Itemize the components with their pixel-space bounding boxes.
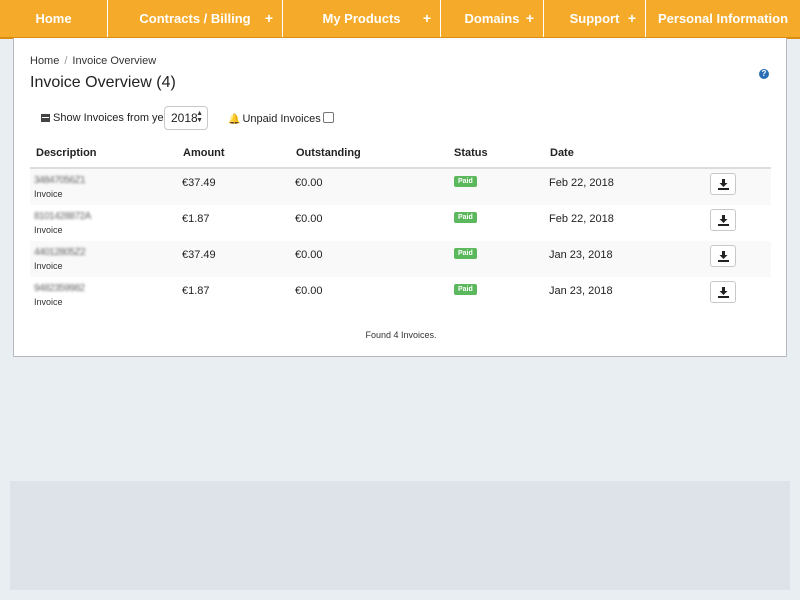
unpaid-checkbox[interactable] xyxy=(322,112,334,123)
year-select-value: 2018 xyxy=(171,111,198,125)
calendar-icon xyxy=(41,114,50,122)
table-row: 9482359982 Invoice €1.87 €0.00 Paid Jan … xyxy=(30,277,771,313)
invoice-type: Invoice xyxy=(34,225,63,235)
download-icon xyxy=(718,215,729,226)
invoice-outstanding: €0.00 xyxy=(295,213,323,225)
invoice-outstanding: €0.00 xyxy=(295,285,323,297)
year-select[interactable]: 2018 ▲ ▼ xyxy=(164,106,208,130)
year-filter-text: Show Invoices from year xyxy=(53,112,174,124)
plus-icon: + xyxy=(422,10,431,26)
download-button[interactable] xyxy=(710,281,736,303)
year-filter-label: Show Invoices from year xyxy=(41,112,173,124)
header-date: Date xyxy=(550,147,574,159)
nav-item-home[interactable]: Home xyxy=(0,0,108,37)
nav-label: Personal Information xyxy=(657,11,789,26)
footer-area xyxy=(10,481,790,590)
invoice-date: Feb 22, 2018 xyxy=(549,177,614,189)
invoice-panel: Home / Invoice Overview Invoice Overview (… xyxy=(13,38,787,357)
download-icon xyxy=(718,287,729,298)
plus-icon: + xyxy=(627,10,636,26)
invoice-outstanding: €0.00 xyxy=(295,249,323,261)
invoice-number[interactable]: 8101428872A xyxy=(34,211,96,221)
nav-item-domains[interactable]: Domains + xyxy=(441,0,544,37)
invoice-type: Invoice xyxy=(34,261,63,271)
top-nav: Home Contracts / Billing + My Products +… xyxy=(0,0,800,39)
header-description: Description xyxy=(36,147,97,159)
status-badge: Paid xyxy=(454,176,477,187)
nav-label: Home xyxy=(35,11,72,26)
bell-icon: 🔔 xyxy=(228,114,241,125)
invoice-type: Invoice xyxy=(34,297,63,307)
status-badge: Paid xyxy=(454,284,477,295)
table-row: 8101428872A Invoice €1.87 €0.00 Paid Feb… xyxy=(30,205,771,241)
invoice-table: Description Amount Outstanding Status Da… xyxy=(30,143,771,313)
header-outstanding: Outstanding xyxy=(296,147,361,159)
download-icon xyxy=(718,251,729,262)
unpaid-label: Unpaid Invoices xyxy=(242,113,321,125)
invoice-amount: €37.49 xyxy=(182,177,216,189)
breadcrumb: Home / Invoice Overview xyxy=(30,55,156,67)
nav-item-my-products[interactable]: My Products + xyxy=(283,0,441,37)
invoice-count-note: Found 4 Invoices. xyxy=(365,330,437,340)
help-icon[interactable]: ? xyxy=(759,69,769,79)
nav-label: Contracts / Billing xyxy=(139,11,251,26)
breadcrumb-current: Invoice Overview xyxy=(72,55,157,67)
download-button[interactable] xyxy=(710,173,736,195)
unpaid-filter: 🔔 Unpaid Invoices xyxy=(228,112,334,125)
invoice-outstanding: €0.00 xyxy=(295,177,323,189)
invoice-amount: €1.87 xyxy=(182,213,210,225)
breadcrumb-home[interactable]: Home xyxy=(30,55,59,67)
plus-icon: + xyxy=(525,10,534,26)
nav-label: My Products xyxy=(322,11,401,26)
plus-icon: + xyxy=(264,10,273,26)
nav-item-support[interactable]: Support + xyxy=(544,0,646,37)
download-button[interactable] xyxy=(710,209,736,231)
nav-item-contracts-billing[interactable]: Contracts / Billing + xyxy=(108,0,283,37)
invoice-number[interactable]: 34847056Z1 xyxy=(34,175,96,185)
breadcrumb-separator: / xyxy=(64,55,68,67)
table-row: 34847056Z1 Invoice €37.49 €0.00 Paid Feb… xyxy=(30,169,771,205)
table-header: Description Amount Outstanding Status Da… xyxy=(30,143,771,169)
invoice-number[interactable]: 9482359982 xyxy=(34,283,96,293)
page-background xyxy=(0,357,800,481)
page-title: Invoice Overview (4) xyxy=(30,74,176,91)
download-button[interactable] xyxy=(710,245,736,267)
download-icon xyxy=(718,179,729,190)
nav-item-personal-information[interactable]: Personal Information xyxy=(646,0,800,37)
invoice-amount: €37.49 xyxy=(182,249,216,261)
table-row: 44012805Z2 Invoice €37.49 €0.00 Paid Jan… xyxy=(30,241,771,277)
invoice-number[interactable]: 44012805Z2 xyxy=(34,247,96,257)
select-arrows-icon: ▲ ▼ xyxy=(196,110,203,124)
nav-label: Support xyxy=(569,11,620,26)
status-badge: Paid xyxy=(454,248,477,259)
invoice-date: Jan 23, 2018 xyxy=(549,249,613,261)
invoice-amount: €1.87 xyxy=(182,285,210,297)
header-status: Status xyxy=(454,147,488,159)
header-amount: Amount xyxy=(183,147,225,159)
nav-label: Domains xyxy=(464,11,520,26)
invoice-type: Invoice xyxy=(34,189,63,199)
invoice-date: Feb 22, 2018 xyxy=(549,213,614,225)
status-badge: Paid xyxy=(454,212,477,223)
invoice-date: Jan 23, 2018 xyxy=(549,285,613,297)
